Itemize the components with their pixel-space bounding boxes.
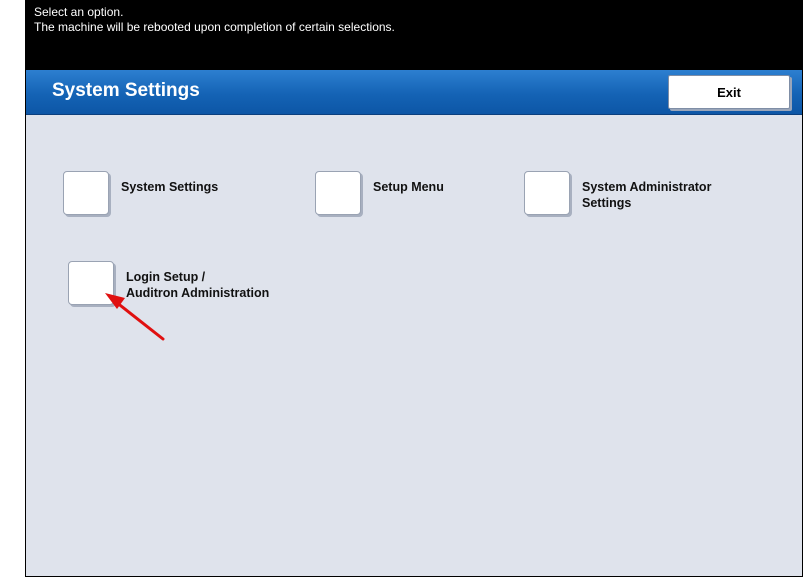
message-line-1: Select an option. (34, 5, 124, 19)
system-settings-label: System Settings (121, 180, 219, 194)
login-setup-auditron-button[interactable] (68, 261, 114, 305)
system-administrator-settings-button[interactable] (524, 171, 570, 215)
system-settings-screen: Select an option. The machine will be re… (25, 0, 803, 577)
system-administrator-settings-label: System Administrator Settings (582, 180, 712, 210)
setup-menu-button[interactable] (315, 171, 361, 215)
exit-button[interactable]: Exit (668, 75, 790, 109)
message-line-2: The machine will be rebooted upon comple… (34, 20, 395, 34)
header-bar: System Settings Exit (26, 70, 802, 115)
message-bar: Select an option. The machine will be re… (26, 1, 802, 70)
option-setup-menu: Setup Menu (315, 171, 444, 215)
option-system-settings: System Settings (63, 171, 218, 215)
page-title: System Settings (52, 80, 200, 101)
option-login-setup-auditron: Login Setup / Auditron Administration (68, 261, 269, 305)
setup-menu-label: Setup Menu (373, 180, 444, 194)
system-settings-button[interactable] (63, 171, 109, 215)
option-system-administrator-settings: System Administrator Settings (524, 171, 711, 215)
login-setup-auditron-label: Login Setup / Auditron Administration (126, 270, 270, 300)
